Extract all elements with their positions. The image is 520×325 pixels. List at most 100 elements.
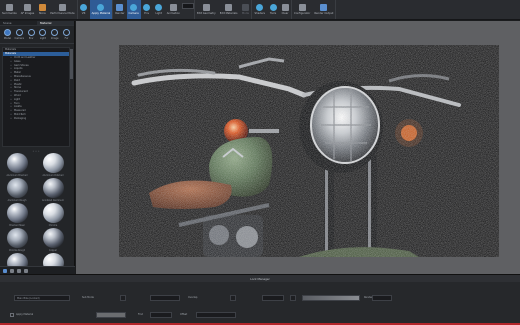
geometry-icon xyxy=(202,4,210,11)
render-viewport[interactable] xyxy=(76,21,520,274)
find-label: Find xyxy=(138,313,143,316)
focal-length-input[interactable] xyxy=(181,3,194,9)
toolbar-button-summarize[interactable]: Summarize xyxy=(0,0,19,19)
grid-view-icon[interactable] xyxy=(3,268,7,273)
toolbar-button-tools[interactable]: Tools xyxy=(267,0,279,19)
toolbar-button-label: Camera xyxy=(128,12,139,15)
cube-icon xyxy=(3,29,11,36)
find-input[interactable] xyxy=(150,312,172,318)
toolbar-button-label: Summarize xyxy=(2,12,17,15)
toolbar-group: Shaders Tools Clear xyxy=(252,0,293,19)
material-label: Brushed Steel xyxy=(9,224,25,227)
category-camera[interactable]: Camera xyxy=(14,28,25,41)
tree-scrollbar-thumb[interactable] xyxy=(70,49,73,79)
toolbar-button-apply-material[interactable]: Apply Material xyxy=(89,0,113,19)
overlap-toggle[interactable] xyxy=(230,295,236,301)
library-footer xyxy=(0,266,75,274)
toolbar-button-clear[interactable]: Clear xyxy=(279,0,291,19)
render-image[interactable] xyxy=(119,45,499,257)
material-thumbnail[interactable]: Chrome Rough xyxy=(3,228,31,253)
tab-scene[interactable]: Scene xyxy=(0,21,37,25)
bulb-icon xyxy=(39,29,47,36)
toolbar-button-edit-materials[interactable]: Edit Materials xyxy=(218,0,240,19)
vr-icon xyxy=(80,4,88,11)
material-preview-sphere xyxy=(6,203,28,223)
material-thumbnail[interactable]: Brushed Steel xyxy=(3,203,31,228)
toolbar-button-shaders[interactable]: Shaders xyxy=(252,0,267,19)
render-stats-value[interactable] xyxy=(372,295,392,301)
apply-material-checkbox[interactable] xyxy=(10,313,14,317)
material-preview-sphere xyxy=(6,228,28,248)
material-preview-sphere xyxy=(6,178,28,198)
toolbar-button-edit-geometry[interactable]: Edit Geometry xyxy=(195,0,218,19)
toolbar-button-render[interactable]: Render xyxy=(113,0,126,19)
settings-icon[interactable] xyxy=(24,268,28,273)
toolbar-button-render-output[interactable]: Render Output xyxy=(312,0,335,19)
material-tree: MaterialsMaterialsCloth and LeatherGlass… xyxy=(2,47,70,147)
library-panel: Scene Material Model Camera Env Light Image F… xyxy=(0,21,75,277)
toolbar-button-animation[interactable]: Animation xyxy=(165,0,182,19)
toolbar-button-label: Mode xyxy=(241,12,249,15)
sub-mode-toggle[interactable] xyxy=(120,295,126,301)
overlap-value[interactable] xyxy=(262,295,284,301)
toolbar-button-label: Render Output xyxy=(314,12,334,15)
toolbar-button-store[interactable]: Store xyxy=(36,0,48,19)
material-thumbnail[interactable]: Copper xyxy=(39,228,67,253)
material-thumbnail[interactable]: Chrome xyxy=(39,203,67,228)
toolbar-button-env[interactable]: Env xyxy=(141,0,153,19)
toolbar-button-label: Apply Material xyxy=(91,12,111,15)
material-thumbnail[interactable]: Aluminum Brushed xyxy=(3,153,31,178)
search-icon[interactable] xyxy=(17,268,21,273)
material-thumbnail[interactable]: Anodized Aluminum xyxy=(39,178,67,203)
category-env[interactable]: Env xyxy=(26,28,37,41)
environment-icon xyxy=(143,4,151,11)
tools-icon xyxy=(269,4,277,11)
main-toolbar: Summarize AF Images Store Performance Mode V… xyxy=(0,0,520,20)
category-light[interactable]: Light xyxy=(37,28,48,41)
list-view-icon[interactable] xyxy=(10,268,14,273)
toolbar-button-label: Env xyxy=(144,12,150,15)
material-preview-sphere xyxy=(42,153,64,173)
tab-material[interactable]: Material xyxy=(37,21,74,25)
material-thumbnail[interactable]: Aluminum Polished xyxy=(39,153,67,178)
material-preview-sphere xyxy=(42,203,64,223)
overlap-toggle-2[interactable] xyxy=(290,295,296,301)
sub-mode-value[interactable] xyxy=(150,295,180,301)
toolbar-button-label: Render xyxy=(115,12,125,15)
offset-input[interactable] xyxy=(196,312,236,318)
category-fur[interactable]: Fur xyxy=(61,28,72,41)
apply-material-swatch[interactable] xyxy=(96,312,126,318)
toolbar-button-label: Configurator xyxy=(294,12,311,15)
toolbar-group: Summarize AF Images Store Performance Mode xyxy=(0,0,78,19)
toolbar-button-configurator[interactable]: Configurator xyxy=(292,0,312,19)
panel-title: Lock Manager xyxy=(0,275,520,282)
toolbar-button-light[interactable]: Light xyxy=(153,0,165,19)
toolbar-button-camera[interactable]: Camera xyxy=(126,0,141,19)
toolbar-button-vr[interactable]: VR xyxy=(78,0,90,19)
panel-splitter[interactable]: • • • xyxy=(2,149,70,153)
category-image[interactable]: Image xyxy=(49,28,60,41)
toolbar-button-performance-mode[interactable]: Performance Mode xyxy=(48,0,76,19)
locked-object-field[interactable]: Main Bike (Locked) xyxy=(14,295,70,301)
toolbar-button-label: AF Images xyxy=(20,12,35,15)
motorcycle-render xyxy=(119,45,499,257)
tree-scrollbar[interactable] xyxy=(70,47,73,147)
toolbar-button-af-images[interactable]: AF Images xyxy=(19,0,37,19)
material-label: Chrome Rough xyxy=(8,249,26,252)
toolbar-button-label: Tools xyxy=(269,12,277,15)
sub-mode-label: Sub Mode xyxy=(82,296,94,299)
stats-slider[interactable] xyxy=(302,295,360,301)
tree-item[interactable]: Packaging xyxy=(3,116,69,120)
category-model[interactable]: Model xyxy=(2,28,13,41)
toolbar-button-label: VR xyxy=(81,12,86,15)
brush-icon xyxy=(97,4,105,11)
material-thumbnail[interactable]: Aluminum Rough xyxy=(3,178,31,203)
toolbar-button-mode[interactable]: Mode xyxy=(239,0,251,19)
image-icon xyxy=(23,4,31,11)
toolbar-button-label: Clear xyxy=(281,12,289,15)
lock-manager-panel: Lock Manager Main Bike (Locked) Sub Mode… xyxy=(0,274,520,325)
fur-icon xyxy=(63,29,71,36)
image-icon xyxy=(51,29,59,36)
library-category-icons: Model Camera Env Light Image Fur xyxy=(0,26,74,44)
material-label: Aluminum Brushed xyxy=(6,174,28,177)
